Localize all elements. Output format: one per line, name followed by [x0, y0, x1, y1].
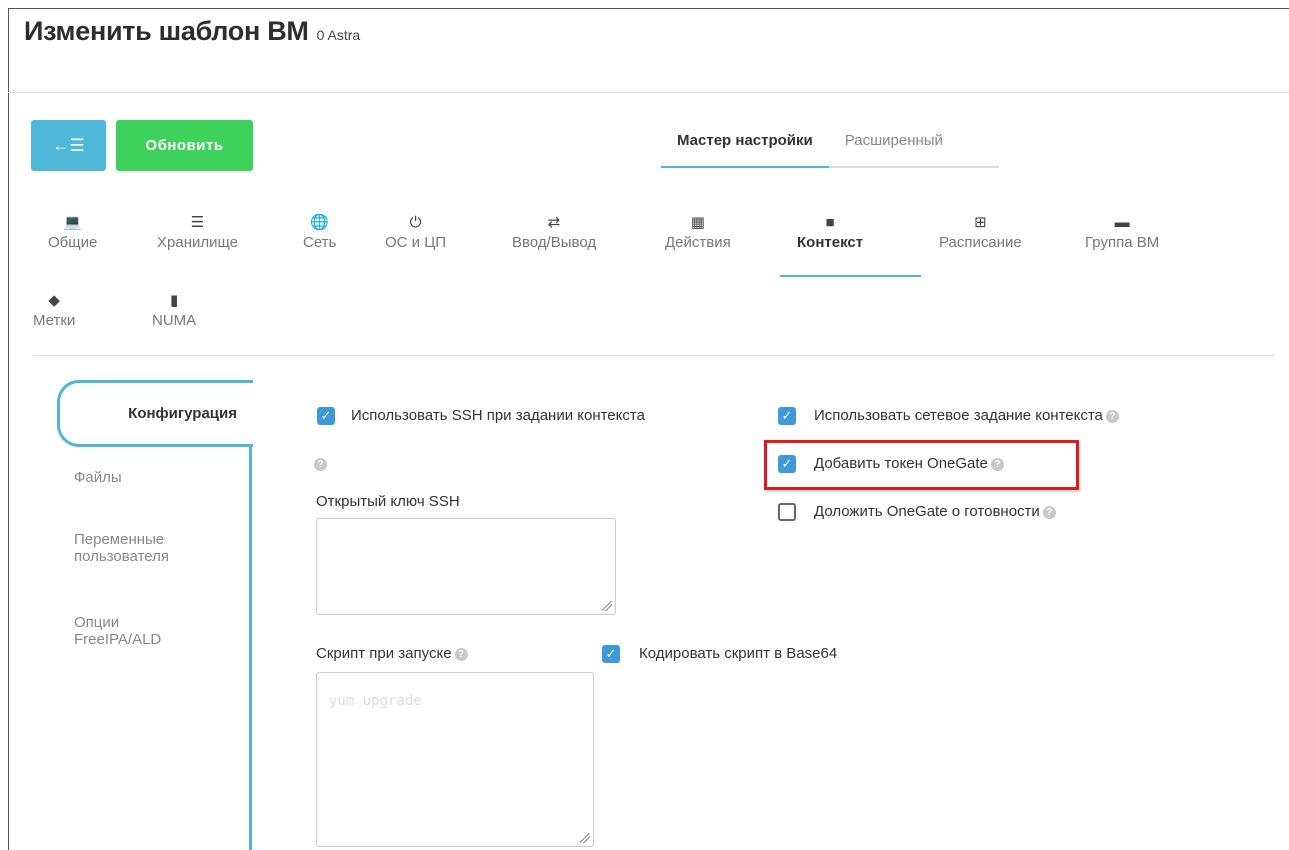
tab-io[interactable]: ⇄ Ввод/Вывод	[512, 212, 596, 251]
tab-advanced[interactable]: Расширенный	[828, 120, 999, 168]
storage-icon: ☰	[190, 214, 205, 231]
network-context-checkbox[interactable]: ✓	[778, 407, 796, 425]
tab-label: Метки	[33, 312, 76, 329]
calendar-icon: ▦	[690, 214, 705, 231]
report-ready-checkbox[interactable]	[778, 503, 796, 521]
tab-numa[interactable]: ▮ NUMA	[152, 290, 196, 329]
start-script-textarea[interactable]: yum upgrade	[316, 672, 594, 847]
ssh-key-label: Открытый ключ SSH	[316, 493, 460, 510]
update-button[interactable]: Обновить	[116, 120, 253, 171]
tab-label: Сеть	[303, 234, 337, 251]
laptop-icon: 💻	[63, 214, 82, 231]
help-icon[interactable]: ?	[1105, 409, 1119, 423]
tab-actions[interactable]: ▦ Действия	[665, 212, 731, 251]
active-tab-indicator	[780, 275, 921, 277]
page-title: Изменить шаблон ВМ	[24, 16, 309, 46]
tab-wizard[interactable]: Мастер настройки	[661, 120, 829, 168]
tab-labels[interactable]: ◆ Метки	[33, 290, 75, 329]
help-icon[interactable]: ?	[454, 647, 468, 661]
tab-label: Действия	[665, 234, 731, 251]
start-script-label: Скрипт при запуске?	[316, 645, 468, 662]
tab-storage[interactable]: ☰ Хранилище	[157, 212, 238, 251]
help-icon[interactable]: ?	[1042, 505, 1056, 519]
power-icon: ⏻	[409, 214, 422, 231]
subnav-item-freeipa-ald[interactable]: Опции FreeIPA/ALD	[74, 614, 174, 648]
tabs-divider	[33, 355, 1275, 356]
help-icon[interactable]: ?	[314, 458, 327, 471]
subnav-item-configuration[interactable]: Конфигурация	[57, 380, 253, 447]
tab-label: Общие	[48, 234, 98, 251]
header-divider	[8, 92, 1289, 93]
tab-general[interactable]: 💻 Общие	[48, 212, 97, 251]
tab-context[interactable]: ■ Контекст	[797, 212, 863, 251]
globe-icon: 🌐	[310, 214, 330, 231]
tab-label: NUMA	[152, 312, 197, 329]
tab-label: ОС и ЦП	[385, 234, 447, 251]
use-ssh-label: Использовать SSH при задании контекста	[351, 407, 645, 424]
start-script-text: Скрипт при запуске	[316, 645, 452, 662]
subnav-item-files[interactable]: Файлы	[74, 469, 122, 486]
mode-tabs: Мастер настройки Расширенный	[661, 120, 999, 168]
chip-icon: ▮	[169, 292, 179, 309]
template-name: 0 Astra	[316, 27, 361, 43]
start-script-placeholder: yum upgrade	[329, 693, 422, 709]
tag-icon: ◆	[48, 292, 60, 309]
sitemap-icon: ⊞	[974, 214, 987, 231]
subnav-border	[249, 445, 252, 850]
encode-base64-label: Кодировать скрипт в Base64	[639, 645, 838, 662]
folder-icon: ■	[825, 214, 835, 231]
page-header: Изменить шаблон ВМ 0 Astra	[24, 16, 360, 68]
exchange-icon: ⇄	[547, 214, 561, 231]
resize-handle-icon[interactable]	[602, 601, 612, 611]
tab-vm-group[interactable]: ▬ Группа ВМ	[1085, 212, 1159, 251]
encode-base64-checkbox[interactable]: ✓	[602, 645, 620, 663]
back-to-list-button[interactable]: ←☰	[31, 120, 106, 171]
tab-os-cpu[interactable]: ⏻ ОС и ЦП	[385, 212, 446, 251]
tab-label: Расписание	[939, 234, 1022, 251]
use-ssh-checkbox[interactable]: ✓	[317, 407, 335, 425]
report-ready-text: Доложить OneGate о готовности	[814, 503, 1040, 520]
tab-label: Группа ВМ	[1085, 234, 1160, 251]
report-ready-label: Доложить OneGate о готовности?	[814, 503, 1056, 520]
network-context-label: Использовать сетевое задание контекста?	[814, 407, 1119, 424]
ssh-key-textarea[interactable]	[316, 518, 616, 615]
folder-open-icon: ▬	[1114, 214, 1130, 231]
tab-label: Контекст	[797, 234, 864, 251]
subnav-item-user-variables[interactable]: Переменные пользователя	[74, 531, 194, 565]
tab-network[interactable]: 🌐 Сеть	[303, 212, 336, 251]
tab-label: Ввод/Вывод	[512, 234, 597, 251]
tab-schedule[interactable]: ⊞ Расписание	[939, 212, 1022, 251]
network-context-text: Использовать сетевое задание контекста	[814, 407, 1103, 424]
highlight-box	[764, 440, 1079, 490]
resize-handle-icon[interactable]	[580, 833, 590, 843]
tab-label: Хранилище	[157, 234, 238, 251]
